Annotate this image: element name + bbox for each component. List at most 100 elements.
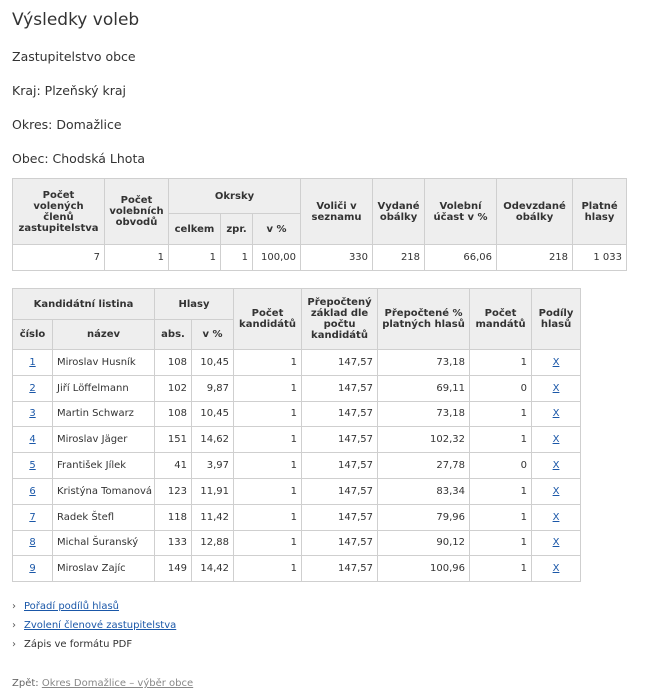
value-districts-count: 1 xyxy=(104,244,169,271)
mandates: 1 xyxy=(469,529,533,557)
votes-pct: 14,42 xyxy=(190,555,235,583)
header-votes-pct: v % xyxy=(190,319,235,350)
mandates: 1 xyxy=(469,477,533,505)
related-links: › Pořadí podílů hlasů › Zvolení členové za… xyxy=(12,600,176,657)
vote-shares-link[interactable]: X xyxy=(553,383,560,394)
vote-shares-link[interactable]: X xyxy=(553,512,560,523)
header-number: číslo xyxy=(12,319,53,350)
party-name: Radek Štefl xyxy=(52,503,155,531)
votes-pct: 11,91 xyxy=(190,477,235,505)
votes-abs: 108 xyxy=(154,349,192,376)
recalc-pct: 83,34 xyxy=(377,477,471,505)
votes-abs: 133 xyxy=(154,529,192,557)
vote-shares-link[interactable]: X xyxy=(553,486,560,497)
party-name: Miroslav Jäger xyxy=(52,426,155,454)
party-number-link[interactable]: 9 xyxy=(29,563,35,574)
header-districts-count: Počet volebních obvodů xyxy=(104,178,169,245)
candidates-count: 1 xyxy=(233,529,303,557)
table-row: 1 Miroslav Husník 108 10,45 1 147,57 73,… xyxy=(12,349,582,376)
party-number-link[interactable]: 8 xyxy=(29,537,35,548)
elected-members-link[interactable]: Zvolení členové zastupitelstva xyxy=(24,620,176,631)
page: Výsledky voleb Zastupitelstvo obce Kraj:… xyxy=(0,0,650,700)
value-envelopes-issued: 218 xyxy=(372,244,426,271)
recalc-base: 147,57 xyxy=(301,349,379,376)
recalc-base: 147,57 xyxy=(301,400,379,428)
vote-share-order-link[interactable]: Pořadí podílů hlasů xyxy=(24,601,119,612)
table-row: 5 František Jílek 41 3,97 1 147,57 27,78… xyxy=(12,452,582,479)
header-votes: Hlasy xyxy=(153,288,235,320)
party-name: Michal Šuranský xyxy=(52,529,155,557)
candidates-count: 1 xyxy=(233,400,303,428)
header-mandates: Počet mandátů xyxy=(469,288,533,350)
party-number-link[interactable]: 2 xyxy=(29,383,35,394)
value-elected-members: 7 xyxy=(12,244,105,271)
header-candidates-count: Počet kandidátů xyxy=(233,288,303,350)
mandates: 1 xyxy=(469,426,533,454)
table-row: 7 Radek Štefl 118 11,42 1 147,57 79,96 1… xyxy=(12,503,582,531)
votes-pct: 3,97 xyxy=(190,452,235,479)
header-valid-votes: Platné hlasy xyxy=(572,178,628,245)
value-envelopes-returned: 218 xyxy=(496,244,574,271)
party-number-link[interactable]: 4 xyxy=(29,434,35,445)
party-number-link[interactable]: 7 xyxy=(29,512,35,523)
table-row: 2 Jiří Löffelmann 102 9,87 1 147,57 69,1… xyxy=(12,374,582,402)
header-recalc-base: Přepočtený základ dle počtu kandidátů xyxy=(301,288,379,350)
vote-shares-link[interactable]: X xyxy=(553,357,560,368)
value-precincts-total: 1 xyxy=(168,244,221,271)
header-name: název xyxy=(52,319,155,350)
votes-pct: 11,42 xyxy=(190,503,235,531)
table-row: 8 Michal Šuranský 133 12,88 1 147,57 90,… xyxy=(12,529,582,557)
votes-abs: 151 xyxy=(154,426,192,454)
votes-pct: 12,88 xyxy=(190,529,235,557)
party-number-link[interactable]: 6 xyxy=(29,486,35,497)
recalc-base: 147,57 xyxy=(301,477,379,505)
chevron-right-icon: › xyxy=(12,639,16,650)
candidates-count: 1 xyxy=(233,426,303,454)
votes-abs: 123 xyxy=(154,477,192,505)
header-precincts-processed: zpr. xyxy=(220,213,253,245)
votes-abs: 41 xyxy=(154,452,192,479)
party-number-link[interactable]: 3 xyxy=(29,408,35,419)
party-number-link[interactable]: 5 xyxy=(29,460,35,471)
mandates: 1 xyxy=(469,503,533,531)
votes-abs: 102 xyxy=(154,374,192,402)
parties-table: Kandidátní listina Hlasy Počet kandidátů… xyxy=(12,288,582,583)
vote-shares-link[interactable]: X xyxy=(553,434,560,445)
recalc-base: 147,57 xyxy=(301,529,379,557)
candidates-count: 1 xyxy=(233,555,303,583)
header-envelopes-issued: Vydané obálky xyxy=(372,178,426,245)
vote-shares-link[interactable]: X xyxy=(553,563,560,574)
vote-shares-link[interactable]: X xyxy=(553,537,560,548)
list-item: › Pořadí podílů hlasů xyxy=(12,600,176,619)
municipality-label: Obec: Chodská Lhota xyxy=(12,151,146,166)
header-voters: Voliči v seznamu xyxy=(300,178,374,245)
vote-shares-link[interactable]: X xyxy=(553,408,560,419)
chevron-right-icon: › xyxy=(12,620,16,631)
vote-shares-link[interactable]: X xyxy=(553,460,560,471)
header-envelopes-returned: Odevzdané obálky xyxy=(496,178,574,245)
candidates-count: 1 xyxy=(233,477,303,505)
header-turnout: Volební účast v % xyxy=(424,178,498,245)
recalc-base: 147,57 xyxy=(301,452,379,479)
header-precincts: Okrsky xyxy=(167,178,302,214)
votes-abs: 118 xyxy=(154,503,192,531)
votes-pct: 9,87 xyxy=(190,374,235,402)
header-elected-members: Počet volených členů zastupitelstva xyxy=(12,178,105,245)
table-row: 3 Martin Schwarz 108 10,45 1 147,57 73,1… xyxy=(12,400,582,428)
recalc-pct: 79,96 xyxy=(377,503,471,531)
mandates: 1 xyxy=(469,555,533,583)
value-precincts-pct: 100,00 xyxy=(251,244,302,271)
page-title: Výsledky voleb xyxy=(12,10,140,30)
back-link[interactable]: Okres Domažlice – výběr obce xyxy=(42,678,193,689)
recalc-pct: 73,18 xyxy=(377,400,471,428)
mandates: 0 xyxy=(469,452,533,479)
mandates: 1 xyxy=(469,349,533,376)
value-voters: 330 xyxy=(300,244,374,271)
header-precincts-total: celkem xyxy=(168,213,221,245)
party-name: Miroslav Zajíc xyxy=(52,555,155,583)
candidates-count: 1 xyxy=(233,452,303,479)
party-name: František Jílek xyxy=(52,452,155,479)
summary-table: Počet volených členů zastupitelstva Poče… xyxy=(12,178,628,271)
party-number-link[interactable]: 1 xyxy=(29,357,35,368)
recalc-pct: 100,96 xyxy=(377,555,471,583)
